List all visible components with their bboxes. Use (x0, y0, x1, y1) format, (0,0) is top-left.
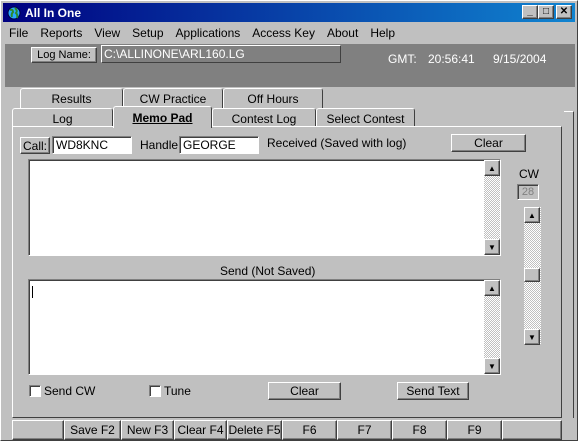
menu-bar: File Reports View Setup Applications Acc… (3, 23, 401, 43)
cw-speed-value: 28 (517, 184, 539, 200)
send-cw-checkbox[interactable] (29, 385, 41, 397)
tune-checkbox[interactable] (149, 385, 161, 397)
gmt-date: 9/15/2004 (493, 52, 547, 66)
menu-reports[interactable]: Reports (34, 26, 88, 40)
handle-label: Handle: (140, 138, 182, 152)
scroll-down-icon[interactable]: ▼ (484, 358, 500, 374)
call-button[interactable]: Call: (20, 137, 50, 154)
close-icon: ✕ (559, 6, 569, 17)
f7-button[interactable]: F7 (337, 420, 392, 440)
save-f2-button[interactable]: Save F2 (64, 420, 121, 440)
menu-file[interactable]: File (3, 26, 34, 40)
clear-f4-button[interactable]: Clear F4 (174, 420, 227, 440)
tab-select-contest[interactable]: Select Contest (316, 108, 415, 128)
text-cursor (32, 286, 33, 298)
window-title: All In One (25, 5, 82, 20)
cw-up-icon[interactable]: ▲ (524, 207, 540, 223)
function-key-bar: Save F2 New F3 Clear F4 Delete F5 F6 F7 … (12, 420, 562, 440)
clear-received-button[interactable]: Clear (451, 134, 526, 152)
gmt-label: GMT: (388, 52, 417, 66)
close-button[interactable]: ✕ (556, 5, 572, 19)
tab-memo-pad[interactable]: Memo Pad (113, 106, 212, 128)
fkey-blank-right (502, 420, 562, 440)
tab-log[interactable]: Log (12, 108, 113, 128)
f6-button[interactable]: F6 (282, 420, 337, 440)
send-cw-label: Send CW (44, 384, 96, 398)
tune-label: Tune (164, 384, 191, 398)
menu-access-key[interactable]: Access Key (246, 26, 321, 40)
received-scrollbar[interactable]: ▲ ▼ (484, 160, 500, 255)
cw-down-icon[interactable]: ▼ (524, 329, 540, 345)
scroll-up-icon[interactable]: ▲ (484, 280, 500, 296)
menu-view[interactable]: View (88, 26, 126, 40)
gmt-time: 20:56:41 (428, 52, 475, 66)
tab-results[interactable]: Results (20, 88, 123, 108)
scroll-up-icon[interactable]: ▲ (484, 160, 500, 176)
send-label: Send (Not Saved) (220, 264, 316, 278)
tab-cw-practice[interactable]: CW Practice (123, 88, 223, 108)
maximize-icon: □ (542, 6, 550, 17)
clear-send-button[interactable]: Clear (268, 382, 341, 400)
menu-applications[interactable]: Applications (170, 26, 247, 40)
cw-speed-slider[interactable]: ▲ ▼ (524, 207, 541, 345)
minimize-button[interactable]: _ (522, 5, 538, 19)
received-label: Received (Saved with log) (267, 136, 407, 150)
f8-button[interactable]: F8 (392, 420, 447, 440)
tab-off-hours[interactable]: Off Hours (223, 88, 323, 108)
call-input[interactable]: WD8KNC (52, 136, 132, 154)
f9-button[interactable]: F9 (447, 420, 502, 440)
tab-stack-edge (564, 111, 574, 418)
send-text-button[interactable]: Send Text (397, 382, 469, 400)
send-textarea[interactable]: ▲ ▼ (28, 279, 501, 375)
globe-icon (6, 5, 22, 21)
fkey-blank-left (12, 420, 64, 440)
log-path-field: C:\ALLINONE\ARL160.LG (101, 45, 341, 63)
handle-input[interactable]: GEORGE (179, 136, 259, 154)
menu-help[interactable]: Help (364, 26, 401, 40)
cw-slider-thumb[interactable] (524, 268, 540, 282)
scroll-down-icon[interactable]: ▼ (484, 239, 500, 255)
minimize-icon: _ (527, 6, 533, 17)
log-name-button[interactable]: Log Name: (31, 47, 97, 63)
send-scrollbar[interactable]: ▲ ▼ (484, 280, 500, 374)
menu-about[interactable]: About (321, 26, 364, 40)
delete-f5-button[interactable]: Delete F5 (227, 420, 282, 440)
cw-label: CW (519, 167, 539, 181)
title-bar[interactable]: All In One _ □ ✕ (3, 3, 575, 22)
new-f3-button[interactable]: New F3 (121, 420, 174, 440)
tab-contest-log[interactable]: Contest Log (212, 108, 316, 128)
received-textarea[interactable]: ▲ ▼ (28, 159, 501, 256)
app-window: All In One _ □ ✕ File Reports View Setup… (0, 0, 578, 441)
maximize-button[interactable]: □ (538, 5, 554, 19)
menu-setup[interactable]: Setup (126, 26, 169, 40)
